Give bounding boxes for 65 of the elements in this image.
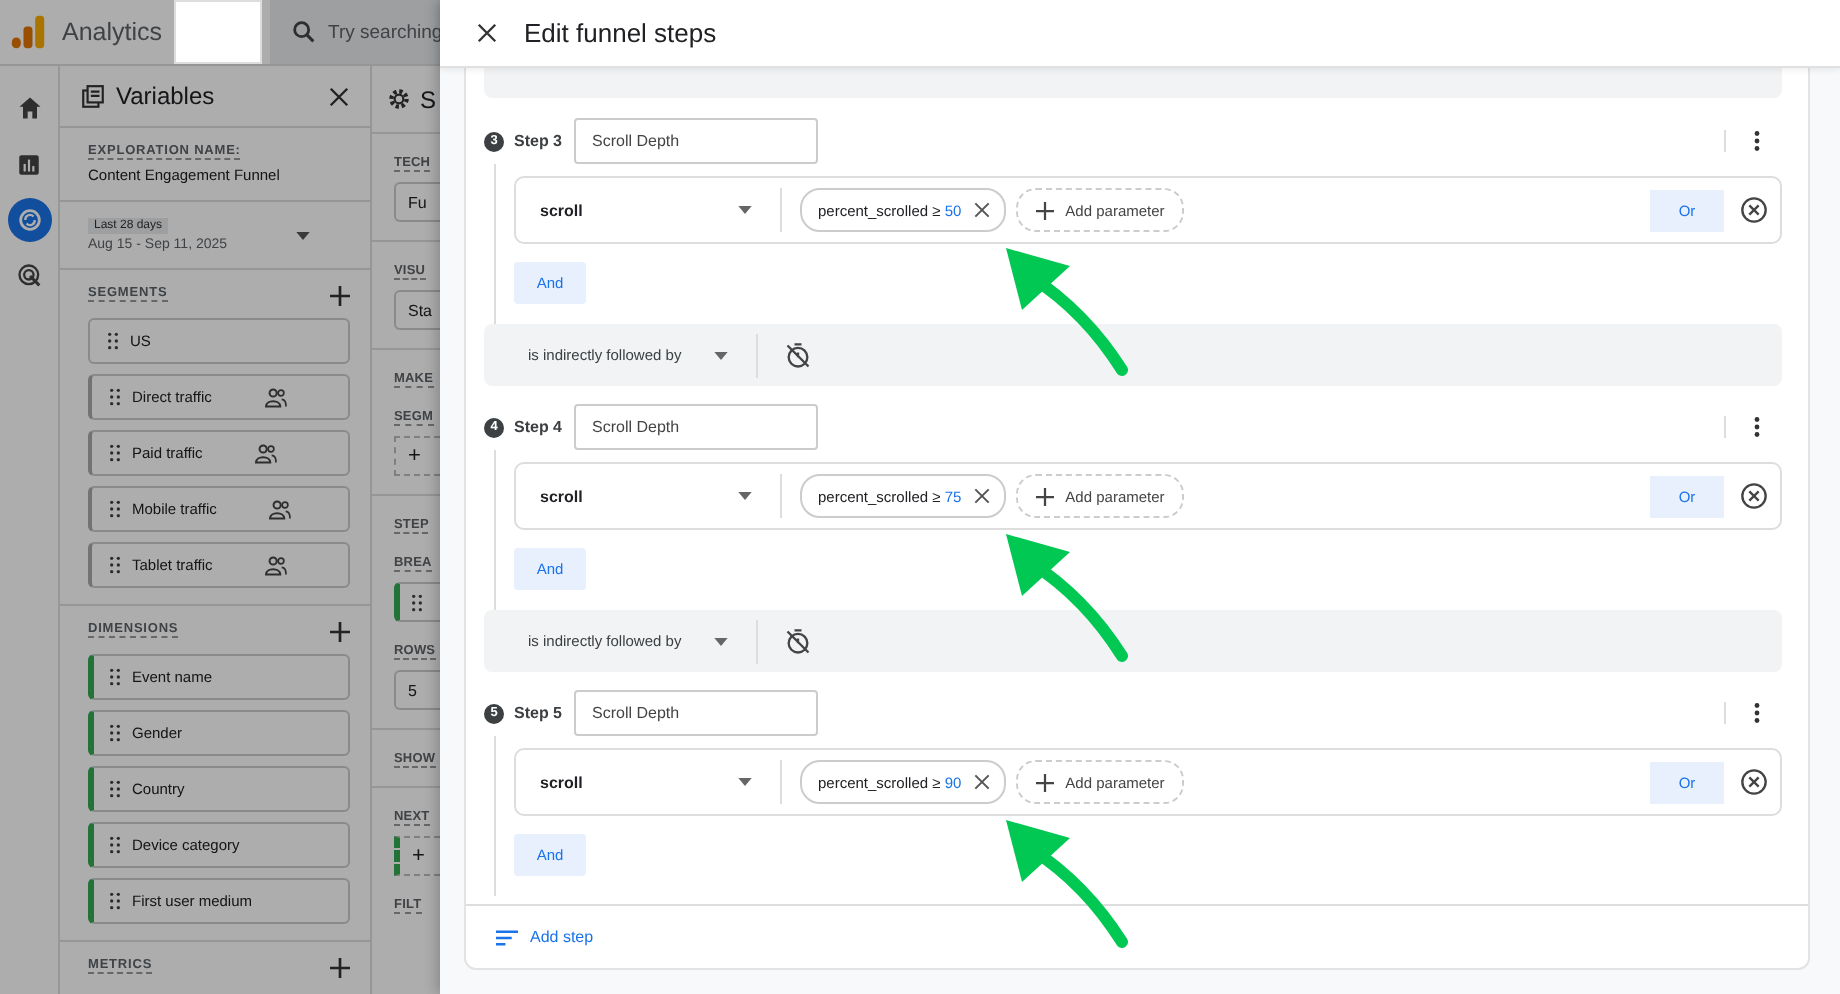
settings-icon	[386, 86, 412, 112]
remove-icon[interactable]	[973, 774, 990, 790]
panel-title: Variables	[116, 82, 215, 110]
drag-handle-icon	[110, 444, 120, 462]
drag-handle-icon	[110, 780, 120, 798]
step-label: Step 3	[514, 132, 563, 150]
product-name: Analytics	[62, 18, 165, 46]
people-icon	[268, 499, 293, 519]
drag-handle-icon	[110, 836, 120, 854]
more-options-icon[interactable]	[1724, 130, 1760, 152]
more-options-icon[interactable]	[1724, 416, 1760, 438]
add-icon[interactable]	[330, 286, 350, 306]
add-icon[interactable]	[330, 622, 350, 642]
explore-nav-button[interactable]	[7, 198, 51, 242]
drag-handle-icon	[110, 556, 120, 574]
caret-icon	[738, 778, 752, 786]
caret-icon	[738, 206, 752, 214]
add-icon	[1035, 201, 1054, 219]
step-name-field[interactable]: Scroll Depth	[574, 118, 819, 164]
variables-icon	[80, 83, 106, 109]
drag-handle-icon	[110, 500, 120, 518]
explore-icon	[15, 206, 43, 234]
dialog-title: Edit funnel steps	[524, 18, 717, 48]
close-icon[interactable]	[476, 22, 498, 44]
drag-handle-icon	[108, 332, 118, 350]
event-select[interactable]: scroll	[516, 760, 782, 804]
drag-handle-icon	[412, 593, 422, 611]
step-name-field[interactable]: Scroll Depth	[574, 690, 819, 736]
analytics-logo-icon	[10, 14, 46, 50]
add-icon	[1035, 487, 1054, 505]
search-icon	[290, 18, 318, 46]
more-options-icon[interactable]	[1724, 702, 1760, 724]
event-select[interactable]: scroll	[516, 188, 782, 232]
add-step-button[interactable]: Add step	[496, 928, 594, 946]
bar-chart-icon	[16, 151, 42, 177]
event-select[interactable]: scroll	[516, 474, 782, 518]
people-icon	[263, 387, 288, 407]
add-list-icon	[496, 929, 518, 945]
remove-circle-icon[interactable]	[1740, 196, 1768, 224]
remove-circle-icon[interactable]	[1740, 768, 1768, 796]
add-icon[interactable]	[330, 958, 350, 978]
home-icon	[15, 94, 43, 122]
remove-circle-icon[interactable]	[1740, 482, 1768, 510]
close-icon[interactable]	[328, 85, 350, 107]
timer-off-icon[interactable]	[784, 341, 812, 369]
step-label: Step 5	[514, 704, 563, 722]
caret-icon	[714, 637, 728, 645]
panel-title: S	[420, 85, 437, 113]
remove-icon[interactable]	[973, 488, 990, 504]
drag-handle-icon	[110, 724, 120, 742]
drag-handle-icon	[110, 668, 120, 686]
step-label: Step 4	[514, 418, 563, 436]
target-cursor-icon	[15, 262, 43, 290]
drag-handle-icon	[110, 892, 120, 910]
caret-icon	[738, 492, 752, 500]
caret-icon	[714, 351, 728, 359]
people-icon	[264, 555, 289, 575]
add-icon	[1035, 773, 1054, 791]
step-name-field[interactable]: Scroll Depth	[574, 404, 819, 450]
search-field[interactable]: Try searching	[328, 12, 448, 52]
people-icon	[254, 443, 279, 463]
caret-icon	[296, 231, 310, 239]
timer-off-icon[interactable]	[784, 627, 812, 655]
drag-handle-icon	[110, 388, 120, 406]
remove-icon[interactable]	[973, 202, 990, 218]
